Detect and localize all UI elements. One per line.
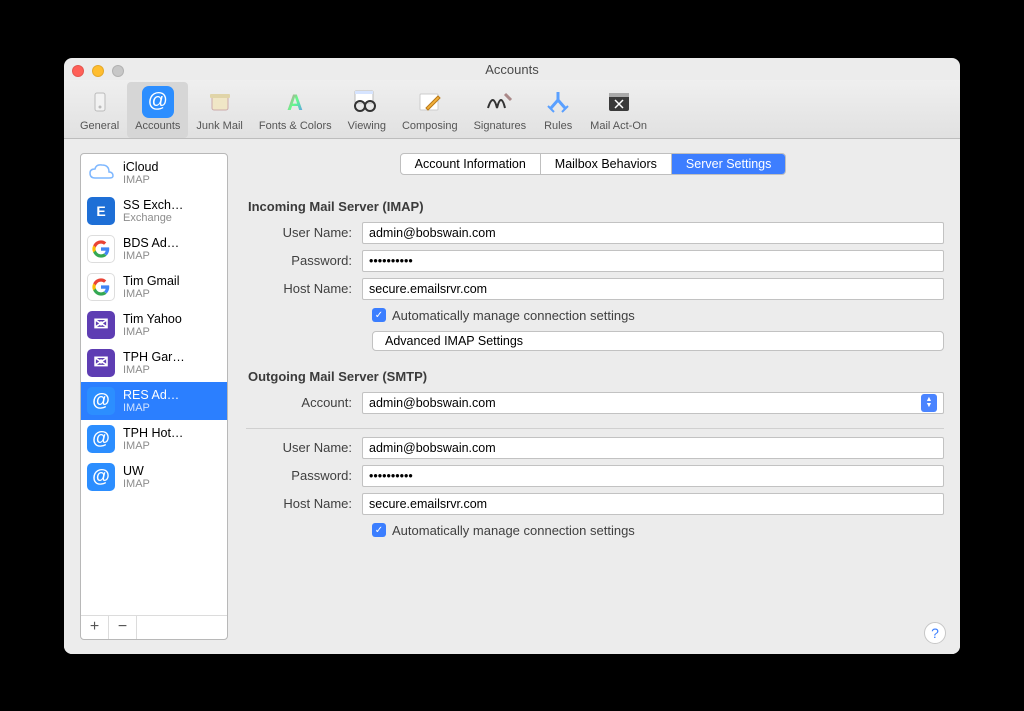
toolbar-viewing[interactable]: Viewing xyxy=(340,82,394,138)
tab-account-information[interactable]: Account Information xyxy=(401,154,541,174)
rules-icon xyxy=(542,86,574,118)
toolbar-mailacton[interactable]: Mail Act-On xyxy=(582,82,655,138)
check-icon: ✓ xyxy=(372,308,386,322)
account-name: iCloud xyxy=(123,160,158,174)
account-icon: @ xyxy=(87,463,115,491)
incoming-username-label: User Name: xyxy=(242,225,362,240)
general-icon xyxy=(84,86,116,118)
outgoing-section-head: Outgoing Mail Server (SMTP) xyxy=(248,369,944,384)
account-name: Tim Yahoo xyxy=(123,312,182,326)
outgoing-username-field[interactable] xyxy=(362,437,944,459)
account-icon xyxy=(87,273,115,301)
account-type: IMAP xyxy=(123,174,158,186)
toolbar-junk[interactable]: Junk Mail xyxy=(188,82,250,138)
account-icon xyxy=(87,159,115,187)
account-type: IMAP xyxy=(123,250,179,262)
account-row[interactable]: ✉ TPH Gar…IMAP xyxy=(81,344,227,382)
account-name: Tim Gmail xyxy=(123,274,179,288)
viewing-icon xyxy=(351,86,383,118)
tab-mailbox-behaviors[interactable]: Mailbox Behaviors xyxy=(541,154,672,174)
content: iCloudIMAPESS Exch…ExchangeBDS Ad…IMAPTi… xyxy=(64,139,960,654)
accounts-sidebar: iCloudIMAPESS Exch…ExchangeBDS Ad…IMAPTi… xyxy=(80,153,228,640)
account-icon: ✉ xyxy=(87,311,115,339)
account-icon: @ xyxy=(87,425,115,453)
account-type: IMAP xyxy=(123,478,150,490)
account-name: TPH Gar… xyxy=(123,350,185,364)
account-type: IMAP xyxy=(123,402,179,414)
account-tabs: Account Information Mailbox Behaviors Se… xyxy=(400,153,787,175)
toolbar-accounts[interactable]: @ Accounts xyxy=(127,82,188,138)
account-row[interactable]: @ TPH Hot…IMAP xyxy=(81,420,227,458)
account-name: BDS Ad… xyxy=(123,236,179,250)
accounts-icon: @ xyxy=(142,86,174,118)
incoming-password-field[interactable] xyxy=(362,250,944,272)
account-name: TPH Hot… xyxy=(123,426,183,440)
preferences-toolbar: General @ Accounts Junk Mail A Fonts & C… xyxy=(64,80,960,139)
incoming-section-head: Incoming Mail Server (IMAP) xyxy=(248,199,944,214)
composing-icon xyxy=(414,86,446,118)
outgoing-password-field[interactable] xyxy=(362,465,944,487)
toolbar-fonts[interactable]: A Fonts & Colors xyxy=(251,82,340,138)
add-account-button[interactable]: + xyxy=(81,616,109,639)
toolbar-composing[interactable]: Composing xyxy=(394,82,466,138)
account-icon: @ xyxy=(87,387,115,415)
account-row[interactable]: Tim GmailIMAP xyxy=(81,268,227,306)
help-button[interactable]: ? xyxy=(924,622,946,644)
account-name: UW xyxy=(123,464,150,478)
account-name: SS Exch… xyxy=(123,198,183,212)
incoming-host-field[interactable] xyxy=(362,278,944,300)
fonts-icon: A xyxy=(279,86,311,118)
advanced-imap-button[interactable]: Advanced IMAP Settings xyxy=(372,331,944,351)
outgoing-username-label: User Name: xyxy=(242,440,362,455)
titlebar: Accounts xyxy=(64,58,960,80)
check-icon: ✓ xyxy=(372,523,386,537)
dropdown-arrows-icon: ▲▼ xyxy=(921,394,937,412)
account-row[interactable]: iCloudIMAP xyxy=(81,154,227,192)
account-row[interactable]: @ RES Ad…IMAP xyxy=(81,382,227,420)
toolbar-general[interactable]: General xyxy=(72,82,127,138)
outgoing-password-label: Password: xyxy=(242,468,362,483)
account-type: IMAP xyxy=(123,364,185,376)
outgoing-account-select[interactable]: admin@bobswain.com ▲▼ xyxy=(362,392,944,414)
sidebar-footer: + − xyxy=(81,615,227,639)
account-row[interactable]: ✉ Tim YahooIMAP xyxy=(81,306,227,344)
account-icon xyxy=(87,235,115,263)
settings-pane: Account Information Mailbox Behaviors Se… xyxy=(228,153,944,640)
preferences-window: Accounts General @ Accounts Junk Mail A … xyxy=(64,58,960,654)
mailacton-icon xyxy=(603,86,635,118)
account-type: Exchange xyxy=(123,212,183,224)
window-title: Accounts xyxy=(64,62,960,77)
account-icon: E xyxy=(87,197,115,225)
account-row[interactable]: E SS Exch…Exchange xyxy=(81,192,227,230)
account-name: RES Ad… xyxy=(123,388,179,402)
account-type: IMAP xyxy=(123,326,182,338)
incoming-username-field[interactable] xyxy=(362,222,944,244)
outgoing-host-field[interactable] xyxy=(362,493,944,515)
accounts-list[interactable]: iCloudIMAPESS Exch…ExchangeBDS Ad…IMAPTi… xyxy=(81,154,227,615)
outgoing-account-label: Account: xyxy=(242,395,362,410)
divider xyxy=(246,428,944,429)
account-type: IMAP xyxy=(123,440,183,452)
incoming-host-label: Host Name: xyxy=(242,281,362,296)
incoming-password-label: Password: xyxy=(242,253,362,268)
outgoing-auto-manage-row[interactable]: ✓ Automatically manage connection settin… xyxy=(372,523,944,538)
signatures-icon xyxy=(484,86,516,118)
incoming-auto-manage-row[interactable]: ✓ Automatically manage connection settin… xyxy=(372,308,944,323)
account-icon: ✉ xyxy=(87,349,115,377)
tab-server-settings[interactable]: Server Settings xyxy=(672,154,785,174)
outgoing-host-label: Host Name: xyxy=(242,496,362,511)
toolbar-rules[interactable]: Rules xyxy=(534,82,582,138)
account-row[interactable]: @ UWIMAP xyxy=(81,458,227,496)
junk-icon xyxy=(204,86,236,118)
remove-account-button[interactable]: − xyxy=(109,616,137,639)
account-row[interactable]: BDS Ad…IMAP xyxy=(81,230,227,268)
svg-text:A: A xyxy=(287,90,303,115)
toolbar-signatures[interactable]: Signatures xyxy=(466,82,535,138)
account-type: IMAP xyxy=(123,288,179,300)
